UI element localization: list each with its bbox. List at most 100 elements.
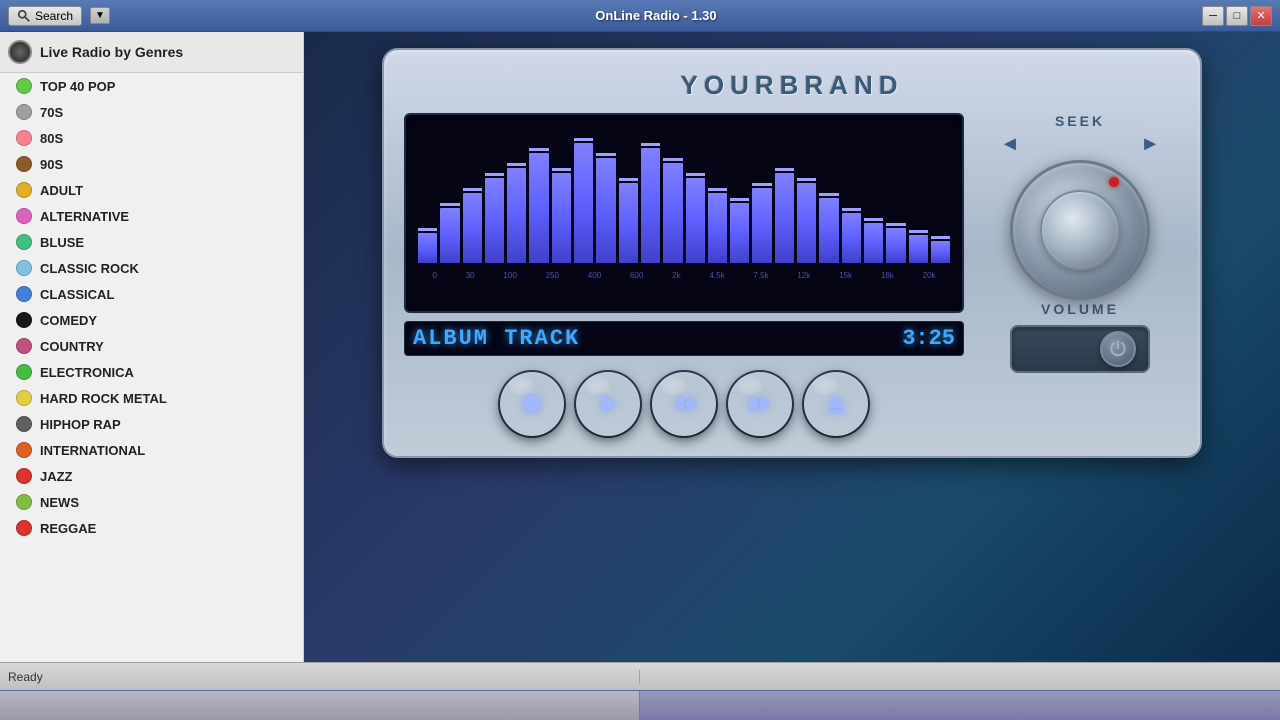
- genre-item[interactable]: 70S: [0, 99, 303, 125]
- genre-item[interactable]: 90S: [0, 151, 303, 177]
- eq-peak: [529, 148, 548, 151]
- eq-bar-group: [619, 178, 638, 263]
- bottom-right: [640, 691, 1280, 720]
- eq-peak: [819, 193, 838, 196]
- eject-button[interactable]: [804, 372, 868, 436]
- genre-item[interactable]: COMEDY: [0, 307, 303, 333]
- eq-bar: [708, 193, 727, 263]
- eq-peak: [663, 158, 682, 161]
- genre-dot: [16, 234, 32, 250]
- seek-left-arrow: ◄: [1000, 133, 1020, 156]
- eq-freq-label: 600: [630, 271, 643, 280]
- genre-label: HIPHOP RAP: [40, 417, 121, 432]
- genre-dot: [16, 260, 32, 276]
- search-label: Search: [35, 9, 73, 23]
- play-icon: [596, 392, 620, 416]
- genre-label: COUNTRY: [40, 339, 104, 354]
- genre-item[interactable]: CLASSIC ROCK: [0, 255, 303, 281]
- eq-bar-group: [886, 223, 905, 263]
- genre-label: INTERNATIONAL: [40, 443, 145, 458]
- restore-button[interactable]: □: [1226, 6, 1248, 26]
- eq-bar: [752, 188, 771, 263]
- eq-bar-group: [708, 188, 727, 263]
- player-brand: YOURBRAND: [404, 70, 1180, 101]
- search-icon: [17, 9, 31, 23]
- genre-dot: [16, 182, 32, 198]
- eq-display: 0301002504006002k4.5k7.5k12k15k18k20k: [404, 113, 964, 313]
- rewind-icon: [672, 392, 696, 416]
- eq-bar: [529, 153, 548, 263]
- search-dropdown[interactable]: ▼: [90, 7, 110, 24]
- player-controls-right: SEEK ◄ ► VOLUME: [980, 113, 1180, 436]
- stop-button[interactable]: [500, 372, 564, 436]
- close-button[interactable]: ✕: [1250, 6, 1272, 26]
- eq-freq-label: 30: [466, 271, 475, 280]
- eq-peak: [418, 228, 437, 231]
- sidebar-header: Live Radio by Genres: [0, 32, 303, 73]
- player-controls: [404, 372, 964, 436]
- minimize-button[interactable]: ─: [1202, 6, 1224, 26]
- seek-knob-container: ◄ ►: [1000, 133, 1160, 293]
- eq-bar-group: [730, 198, 749, 263]
- eq-peak: [708, 188, 727, 191]
- eq-bar-group: [641, 143, 660, 263]
- eq-bar: [842, 213, 861, 263]
- seek-right-arrow: ►: [1140, 133, 1160, 156]
- genre-label: 90S: [40, 157, 63, 172]
- genre-item[interactable]: ADULT: [0, 177, 303, 203]
- bottom-left: [0, 691, 640, 720]
- eq-bar: [418, 233, 437, 263]
- power-section[interactable]: [1010, 325, 1150, 373]
- genre-dot: [16, 390, 32, 406]
- genre-item[interactable]: ALTERNATIVE: [0, 203, 303, 229]
- genre-label: 70S: [40, 105, 63, 120]
- genre-label: ELECTRONICA: [40, 365, 134, 380]
- eq-peak: [886, 223, 905, 226]
- sidebar-title: Live Radio by Genres: [40, 44, 183, 60]
- fast-forward-button[interactable]: [728, 372, 792, 436]
- eq-bar: [507, 168, 526, 263]
- genre-item[interactable]: 80S: [0, 125, 303, 151]
- bottom-bar: [0, 690, 1280, 720]
- eq-bar-group: [663, 158, 682, 263]
- power-icon: [1108, 339, 1128, 359]
- eq-bar: [641, 148, 660, 263]
- genre-item[interactable]: ELECTRONICA: [0, 359, 303, 385]
- sidebar-scroll-area[interactable]: TOP 40 POP 70S 80S 90S ADULTALTERNATIVEBLUSE…: [0, 73, 303, 662]
- genre-item[interactable]: CLASSICAL: [0, 281, 303, 307]
- window-controls: ─ □ ✕: [1202, 6, 1272, 26]
- eq-peak: [775, 168, 794, 171]
- genre-dot: [16, 104, 32, 120]
- rewind-button[interactable]: [652, 372, 716, 436]
- genre-item[interactable]: HARD ROCK METAL: [0, 385, 303, 411]
- eq-bar: [797, 183, 816, 263]
- seek-label: SEEK: [980, 113, 1180, 129]
- genre-dot: [16, 520, 32, 536]
- genre-item[interactable]: BLUSE: [0, 229, 303, 255]
- search-button[interactable]: Search: [8, 6, 82, 26]
- eq-bar-group: [529, 148, 548, 263]
- eq-bar-group: [418, 228, 437, 263]
- genre-item[interactable]: INTERNATIONAL: [0, 437, 303, 463]
- knob-indicator: [1109, 177, 1119, 187]
- genre-dot: [16, 312, 32, 328]
- seek-knob[interactable]: [1010, 160, 1150, 300]
- eq-freq-label: 15k: [839, 271, 852, 280]
- genre-label: COMEDY: [40, 313, 97, 328]
- genre-dot: [16, 364, 32, 380]
- genre-item[interactable]: TOP 40 POP: [0, 73, 303, 99]
- eq-bar-group: [931, 236, 950, 263]
- genre-label: JAZZ: [40, 469, 73, 484]
- play-button[interactable]: [576, 372, 640, 436]
- genre-item[interactable]: NEWS: [0, 489, 303, 515]
- eq-bar-group: [596, 153, 615, 263]
- sidebar: Live Radio by Genres TOP 40 POP 70S 80S 90S…: [0, 32, 304, 662]
- eq-peak: [931, 236, 950, 239]
- genre-item[interactable]: REGGAE: [0, 515, 303, 541]
- genre-item[interactable]: JAZZ: [0, 463, 303, 489]
- genre-item[interactable]: COUNTRY: [0, 333, 303, 359]
- genre-item[interactable]: HIPHOP RAP: [0, 411, 303, 437]
- power-button[interactable]: [1100, 331, 1136, 367]
- eq-peak: [864, 218, 883, 221]
- window-title: OnLine Radio - 1.30: [595, 8, 716, 23]
